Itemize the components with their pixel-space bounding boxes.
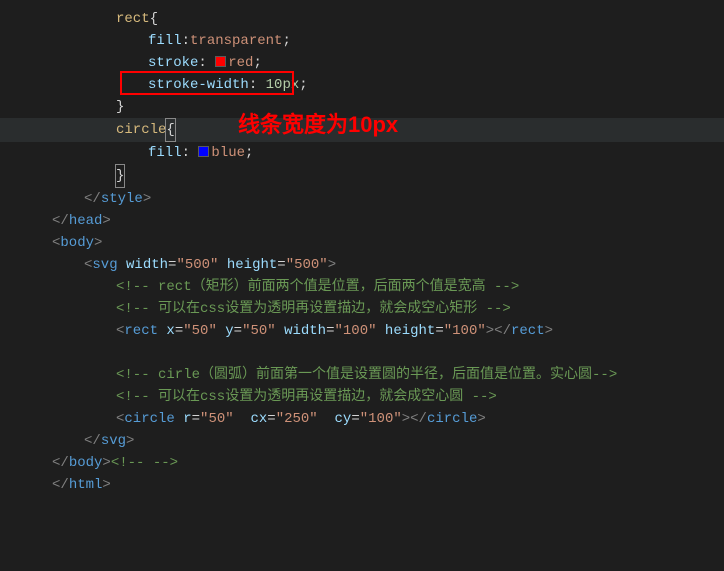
code-line: } [20, 96, 724, 118]
blank-line [20, 342, 724, 364]
code-line: <!-- 可以在css设置为透明再设置描边，就会成空心矩形 --> [20, 298, 724, 320]
code-line: <body> [20, 232, 724, 254]
color-swatch-blue [198, 146, 209, 157]
code-line-active: circle{ [0, 118, 724, 142]
code-line: </svg> [20, 430, 724, 452]
code-line: </html> [20, 474, 724, 496]
code-line: </head> [20, 210, 724, 232]
code-line: <!-- rect（矩形）前面两个值是位置，后面两个值是宽高 --> [20, 276, 724, 298]
code-line: <!-- cirle（圆弧）前面第一个值是设置圆的半径，后面值是位置。实心圆--… [20, 364, 724, 386]
code-line: fill:transparent; [20, 30, 724, 52]
code-line: stroke-width: 10px; [20, 74, 724, 96]
code-line: } [20, 164, 724, 188]
code-line: </body><!-- --> [20, 452, 724, 474]
code-line: fill: blue; [20, 142, 724, 164]
code-line: <!-- 可以在css设置为透明再设置描边，就会成空心圆 --> [20, 386, 724, 408]
code-line: <rect x="50" y="50" width="100" height="… [20, 320, 724, 342]
code-line: </style> [20, 188, 724, 210]
code-editor[interactable]: rect{ fill:transparent; stroke: red; str… [20, 8, 724, 496]
code-line: rect{ [20, 8, 724, 30]
code-line: stroke: red; [20, 52, 724, 74]
color-swatch-red [215, 56, 226, 67]
code-line: <svg width="500" height="500"> [20, 254, 724, 276]
code-line: <circle r="50" cx="250" cy="100"></circl… [20, 408, 724, 430]
